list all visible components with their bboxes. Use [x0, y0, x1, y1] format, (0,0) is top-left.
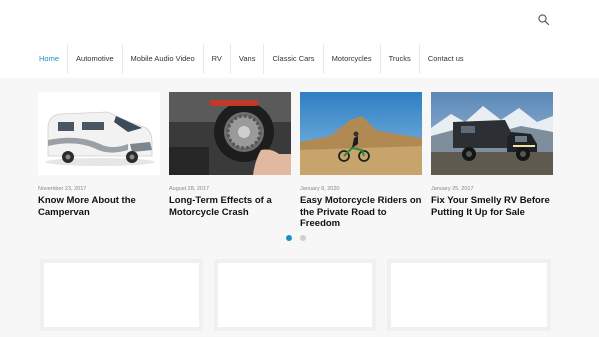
post-date: August 28, 2017	[169, 186, 210, 192]
content-placeholder-box	[387, 259, 551, 331]
nav-item-vans[interactable]: Vans	[231, 44, 265, 74]
post-date: November 23, 2017	[38, 186, 87, 192]
slider-dot-1[interactable]	[286, 235, 292, 241]
nav-item-automotive[interactable]: Automotive	[68, 44, 123, 74]
truck-camper-image[interactable]	[431, 92, 553, 175]
post-date: January 8, 2020	[300, 186, 340, 192]
post-card: November 23, 2017 Know More About the Ca…	[38, 92, 160, 218]
post-card: January 8, 2020 Easy Motorcycle Riders o…	[300, 92, 422, 230]
nav-item-trucks[interactable]: Trucks	[381, 44, 420, 74]
nav-item-home[interactable]: Home	[31, 44, 69, 74]
desert-rider-image[interactable]	[300, 92, 422, 175]
campervan-image[interactable]	[38, 92, 160, 175]
post-title[interactable]: Fix Your Smelly RV Before Putting It Up …	[431, 195, 553, 218]
post-title[interactable]: Easy Motorcycle Riders on the Private Ro…	[300, 195, 422, 230]
motorcycle-crash-image[interactable]	[169, 92, 291, 175]
slider-pagination	[286, 235, 306, 241]
post-card: August 28, 2017 Long-Term Effects of a M…	[169, 92, 291, 218]
nav-item-rv[interactable]: RV	[204, 44, 231, 74]
content-placeholder-box	[40, 259, 203, 331]
featured-posts-slider: November 23, 2017 Know More About the Ca…	[0, 78, 599, 337]
post-title[interactable]: Long-Term Effects of a Motorcycle Crash	[169, 195, 291, 218]
post-title[interactable]: Know More About the Campervan	[38, 195, 160, 218]
post-date: January 25, 2017	[431, 186, 474, 192]
nav-item-mobile-audio-video[interactable]: Mobile Audio Video	[123, 44, 204, 74]
nav-item-contact-us[interactable]: Contact us	[420, 44, 472, 74]
main-nav: Home Automotive Mobile Audio Video RV Va…	[31, 44, 472, 74]
content-placeholder-box	[214, 259, 376, 331]
site-header: Home Automotive Mobile Audio Video RV Va…	[0, 0, 599, 78]
nav-item-classic-cars[interactable]: Classic Cars	[264, 44, 324, 74]
search-icon[interactable]	[537, 13, 551, 27]
nav-item-motorcycles[interactable]: Motorcycles	[324, 44, 381, 74]
slider-dot-2[interactable]	[300, 235, 306, 241]
post-card: January 25, 2017 Fix Your Smelly RV Befo…	[431, 92, 553, 218]
